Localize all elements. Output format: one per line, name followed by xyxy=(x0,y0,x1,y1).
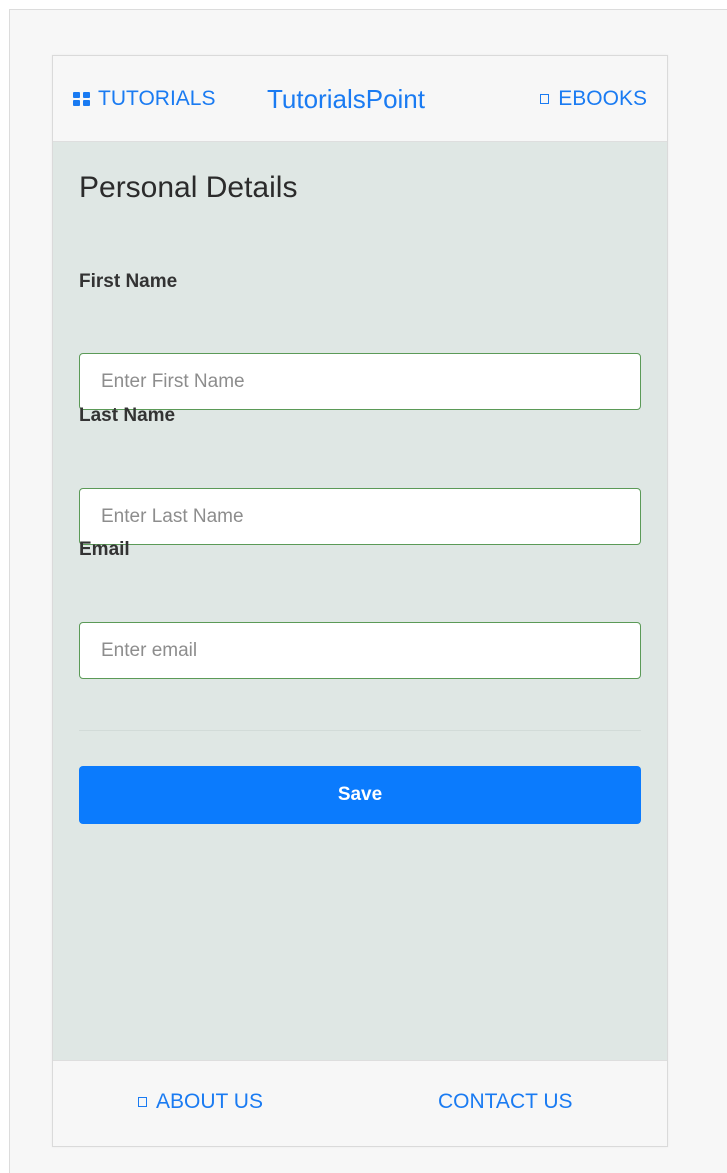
first-name-label: First Name xyxy=(79,271,178,292)
top-navbar: TUTORIALS TutorialsPoint EBOOKS xyxy=(53,56,667,142)
tutorials-link[interactable]: TUTORIALS xyxy=(73,87,215,111)
ebooks-link-label: EBOOKS xyxy=(558,87,647,110)
about-us-label: ABOUT US xyxy=(156,1090,263,1113)
form-divider xyxy=(79,730,641,731)
grid-icon xyxy=(73,92,93,106)
tutorials-link-label: TUTORIALS xyxy=(98,87,216,110)
app-frame: TUTORIALS TutorialsPoint EBOOKS Personal… xyxy=(52,55,668,1147)
app-title: TutorialsPoint xyxy=(267,84,425,114)
last-name-label: Last Name xyxy=(79,405,176,426)
last-name-input[interactable] xyxy=(79,488,641,545)
ebooks-link[interactable]: EBOOKS xyxy=(540,87,647,111)
book-icon xyxy=(540,94,550,104)
email-label: Email xyxy=(79,539,130,560)
contact-us-link[interactable]: CONTACT US xyxy=(438,1090,573,1114)
page-background: TUTORIALS TutorialsPoint EBOOKS Personal… xyxy=(9,9,727,1173)
info-icon xyxy=(138,1097,147,1107)
email-input[interactable] xyxy=(79,622,641,679)
save-button[interactable]: Save xyxy=(79,766,641,824)
bottom-navbar: ABOUT US CONTACT US xyxy=(53,1060,667,1146)
first-name-input[interactable] xyxy=(79,353,641,410)
about-us-link[interactable]: ABOUT US xyxy=(138,1090,263,1114)
page-title: Personal Details xyxy=(79,171,298,204)
